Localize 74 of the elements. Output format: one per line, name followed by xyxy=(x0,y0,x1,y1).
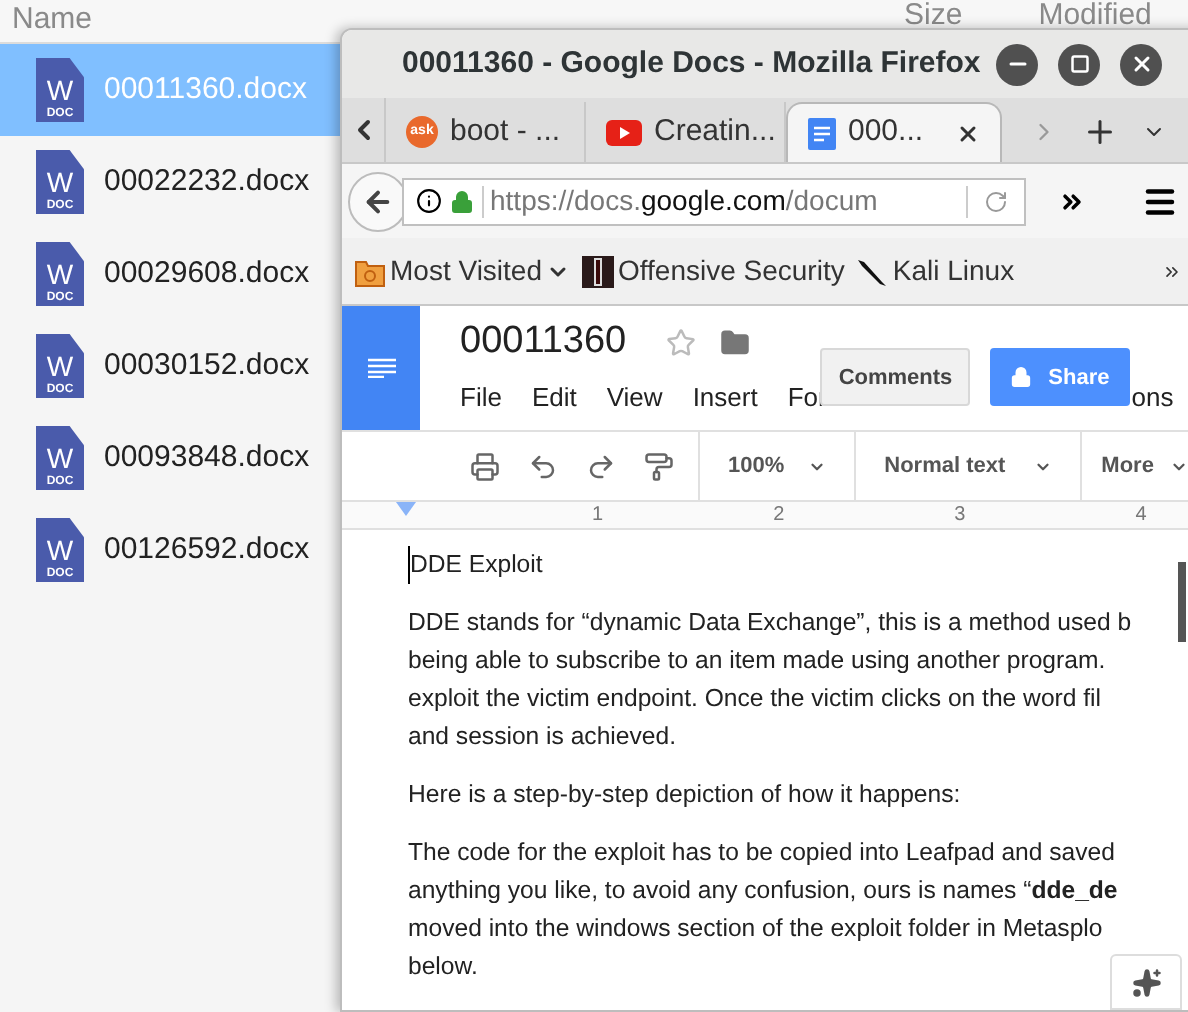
maximize-icon xyxy=(1069,54,1090,74)
ruler-number: 2 xyxy=(773,502,785,530)
menu-item[interactable]: ons xyxy=(1131,378,1174,417)
indent-marker-icon[interactable] xyxy=(396,502,416,516)
address-bar[interactable]: https://docs.google.com/docum xyxy=(402,177,1026,225)
bookmark[interactable]: Kali Linux xyxy=(856,250,1015,292)
file-name: 00022232.docx xyxy=(104,161,310,202)
minimize-button[interactable] xyxy=(996,43,1039,85)
menu-icon[interactable] xyxy=(1142,183,1178,219)
tab-title: Creatin... xyxy=(654,111,776,152)
bookmark-label: Kali Linux xyxy=(892,252,1015,290)
text-line: below. xyxy=(408,950,478,984)
comments-button[interactable]: Comments xyxy=(820,348,971,407)
ruler-number: 4 xyxy=(1135,502,1147,530)
bookmark-label: Most Visited xyxy=(390,252,542,290)
reload-icon[interactable] xyxy=(984,189,1008,213)
info-icon[interactable] xyxy=(416,188,442,214)
lock-icon xyxy=(1010,366,1033,389)
bookmark-label: Offensive Security xyxy=(618,252,845,290)
lock-icon xyxy=(450,189,474,213)
site-icon xyxy=(582,255,614,287)
dragon-icon xyxy=(856,255,889,287)
maximize-button[interactable] xyxy=(1058,43,1101,85)
close-icon xyxy=(1129,52,1154,76)
menu-item[interactable]: Edit xyxy=(531,378,577,417)
explore-button[interactable] xyxy=(1110,954,1182,1010)
text-line: Here is a step-by-step depiction of how it happens: xyxy=(408,778,961,812)
ruler-number: 1 xyxy=(592,502,604,530)
bookmark[interactable]: Most Visited xyxy=(354,250,570,292)
scrollbar-thumb[interactable] xyxy=(1178,562,1186,642)
text-line: and session is achieved. xyxy=(408,720,676,754)
file-name: 00029608.docx xyxy=(104,253,310,294)
document-icon xyxy=(808,117,836,149)
video-play-icon xyxy=(606,119,642,145)
style-dropdown[interactable]: Normal text xyxy=(856,432,1082,500)
text-line: The code for the exploit has to be copied into Leafpad and saved xyxy=(408,836,1115,870)
folder-icon xyxy=(354,255,386,287)
text-line: exploit the victim endpoint. Once the victim clicks on the word fil xyxy=(408,682,1102,716)
text-line: anything you like, to avoid any confusion, ours is names “dde_de xyxy=(408,874,1118,908)
file-name: 00093848.docx xyxy=(104,437,310,478)
close-button[interactable] xyxy=(1120,43,1163,85)
close-tab-icon[interactable] xyxy=(956,121,980,145)
overflow-icon[interactable] xyxy=(1162,261,1182,281)
text-line: DDE stands for “dynamic Data Exchange”, this is a method used b xyxy=(408,606,1132,640)
file-name: 00030152.docx xyxy=(104,345,310,386)
zoom-dropdown[interactable]: 100% xyxy=(700,432,857,500)
url-text: https://docs.google.com/docum xyxy=(490,182,878,220)
file-name: 00126592.docx xyxy=(104,529,310,570)
text-line: moved into the windows section of the exploit folder in Metasplo xyxy=(408,912,1103,946)
redo-icon[interactable] xyxy=(586,451,616,481)
lines-icon xyxy=(367,358,395,378)
folder-icon[interactable] xyxy=(720,327,751,357)
tab-title: boot - ... xyxy=(450,111,561,152)
star-icon[interactable] xyxy=(666,327,697,357)
docs-menu-button[interactable] xyxy=(342,306,420,430)
window-title: 00011360 - Google Docs - Mozilla Firefox xyxy=(402,43,981,84)
text-line: being able to subscribe to an item made using another program. xyxy=(408,644,1106,678)
file-name: 00011360.docx xyxy=(104,69,307,110)
browser-tab[interactable]: 000... xyxy=(786,102,1002,162)
document-title[interactable]: 00011360 xyxy=(460,313,627,371)
paint-format-icon[interactable] xyxy=(644,451,674,481)
new-tab-icon[interactable] xyxy=(1082,114,1118,150)
print-icon[interactable] xyxy=(470,451,500,481)
undo-icon[interactable] xyxy=(528,451,558,481)
menu-item[interactable]: Insert xyxy=(692,378,758,417)
sparkle-icon xyxy=(1131,967,1161,997)
tab-title: 000... xyxy=(848,112,924,153)
more-dropdown[interactable]: More xyxy=(1081,432,1188,500)
document-heading: DDE Exploit xyxy=(408,546,543,584)
back-button[interactable] xyxy=(348,171,408,231)
ruler-number: 3 xyxy=(954,502,966,530)
bookmark[interactable]: Offensive Security xyxy=(582,250,845,292)
menu-item[interactable]: View xyxy=(606,378,663,417)
menu-item[interactable]: File xyxy=(460,378,502,417)
